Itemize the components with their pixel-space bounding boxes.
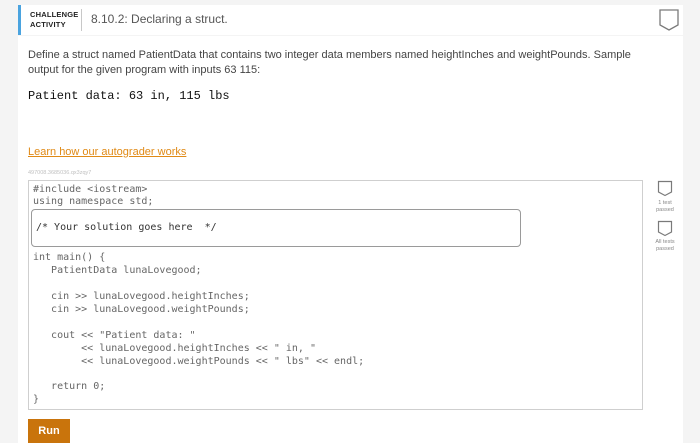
code-line-namespace: using namespace std; — [33, 196, 154, 207]
code-id: 497008.3685036.qx3zqy7 — [28, 170, 92, 176]
test-passed-shield-icon — [657, 180, 673, 197]
one-test-line1: 1 test — [658, 200, 672, 206]
code-line-cout-weight: << lunaLovegood.weightPounds << " lbs" <… — [33, 356, 365, 367]
learn-autograder-link[interactable]: Learn how our autograder works — [28, 146, 186, 158]
code-editor[interactable]: #include <iostream> using namespace std;… — [28, 180, 643, 410]
code-line-include: #include <iostream> — [33, 184, 148, 195]
code-line-main: int main() { — [33, 252, 106, 263]
challenge-activity-label: CHALLENGE ACTIVITY — [30, 10, 78, 30]
code-line-declaration: PatientData lunaLovegood; — [33, 265, 202, 276]
code-line-cout: cout << "Patient data: " — [33, 330, 196, 341]
all-tests-passed-label: All tests passed — [645, 239, 685, 253]
code-line-return: return 0; — [33, 381, 106, 392]
challenge-header: CHALLENGE ACTIVITY 8.10.2: Declaring a s… — [18, 5, 683, 35]
sample-output: Patient data: 63 in, 115 lbs — [28, 89, 230, 103]
one-test-line2: passed — [656, 207, 674, 213]
code-line-close-brace: } — [33, 394, 40, 405]
solution-input[interactable]: /* Your solution goes here */ — [31, 209, 521, 247]
challenge-label-line2: ACTIVITY — [30, 20, 66, 29]
challenge-label-line1: CHALLENGE — [30, 10, 79, 19]
problem-description: Define a struct named PatientData that c… — [28, 49, 631, 76]
all-tests-shield-icon — [657, 220, 673, 237]
run-button[interactable]: Run — [28, 419, 70, 443]
code-line-cout-height: << lunaLovegood.heightInches << " in, " — [33, 343, 316, 354]
code-line-cin-weight: cin >> lunaLovegood.weightPounds; — [33, 304, 250, 315]
one-test-passed-label: 1 test passed — [645, 200, 685, 214]
all-tests-line1: All tests — [655, 239, 675, 245]
completion-shield-icon — [659, 9, 679, 31]
all-tests-line2: passed — [656, 246, 674, 252]
activity-content: Define a struct named PatientData that c… — [18, 36, 683, 443]
code-line-cin-height: cin >> lunaLovegood.heightInches; — [33, 291, 250, 302]
activity-title: 8.10.2: Declaring a struct. — [91, 12, 228, 26]
solution-placeholder: /* Your solution goes here */ — [36, 222, 217, 233]
header-divider — [81, 9, 82, 31]
